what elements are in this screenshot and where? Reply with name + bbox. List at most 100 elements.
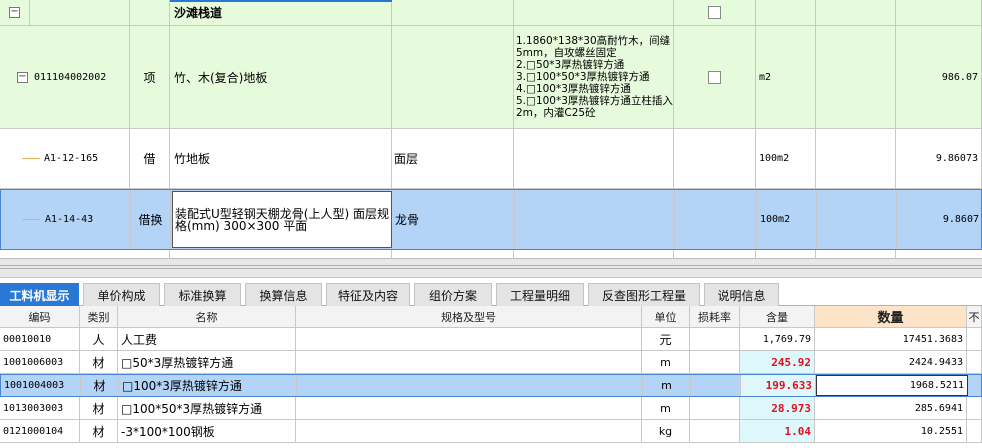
item-spec[interactable]: 面层	[392, 129, 514, 188]
item-quantity[interactable]: 9.86073	[896, 129, 982, 188]
table-row[interactable]: 0121000104 材 -3*100*100钢板 kg 1.04 10.255…	[0, 420, 982, 443]
resource-loss-rate[interactable]	[691, 375, 741, 396]
item-feature[interactable]	[514, 129, 674, 188]
col-header-name[interactable]: 名称	[118, 306, 296, 327]
panel-splitter[interactable]	[0, 258, 982, 278]
list-item-row[interactable]: A1-12-165 借 竹地板 面层 100m2 9.86073	[0, 129, 982, 189]
resource-type[interactable]: 材	[80, 351, 118, 373]
item-quantity[interactable]: 9.8607	[897, 190, 982, 249]
resource-grid: 编码 类别 名称 规格及型号 单位 损耗率 含量 数量 不 00010010 人…	[0, 306, 982, 448]
list-item-row-selected[interactable]: A1-14-43 借换 装配式U型轻钢天棚龙骨(上人型) 面层规格(mm) 30…	[0, 189, 982, 250]
section-checkbox[interactable]	[708, 6, 721, 19]
col-header-extra[interactable]: 不	[967, 306, 982, 327]
item-code-cell[interactable]: A1-14-43	[1, 190, 131, 249]
item-feature[interactable]	[515, 190, 675, 249]
table-row[interactable]: 00010010 人 人工费 元 1,769.79 17451.3683	[0, 328, 982, 351]
resource-type[interactable]: 材	[80, 397, 118, 419]
resource-name[interactable]: □100*3厚热镀锌方通	[119, 375, 297, 396]
resource-name[interactable]: 人工费	[118, 328, 296, 350]
resource-unit[interactable]: m	[642, 351, 690, 373]
resource-spec[interactable]	[296, 397, 642, 419]
col-header-loss-rate[interactable]: 损耗率	[690, 306, 740, 327]
item-code: 011104002002	[34, 71, 107, 83]
resource-unit[interactable]: kg	[642, 420, 690, 442]
resource-content[interactable]: 1,769.79	[740, 328, 815, 350]
resource-code[interactable]: 1013003003	[0, 397, 80, 419]
item-category: 借	[130, 129, 170, 188]
resource-loss-rate[interactable]	[690, 420, 740, 442]
tab-features-content[interactable]: 特征及内容	[326, 283, 410, 306]
resource-unit[interactable]: m	[643, 375, 691, 396]
resource-code[interactable]: 0121000104	[0, 420, 80, 442]
resource-name[interactable]: □100*50*3厚热镀锌方通	[118, 397, 296, 419]
item-name[interactable]: 竹地板	[170, 129, 392, 188]
item-unit[interactable]: 100m2	[756, 129, 816, 188]
table-row[interactable]: 1013003003 材 □100*50*3厚热镀锌方通 m 28.973 28…	[0, 397, 982, 420]
resource-content[interactable]: 1.04	[740, 420, 815, 442]
table-row-selected[interactable]: 1001004003 材 □100*3厚热镀锌方通 m 199.633 1968…	[0, 374, 982, 397]
resource-spec[interactable]	[297, 375, 643, 396]
col-header-content[interactable]: 含量	[740, 306, 815, 327]
resource-quantity[interactable]: 285.6941	[815, 397, 967, 419]
tree-line	[22, 158, 40, 159]
resource-loss-rate[interactable]	[690, 328, 740, 350]
resource-code[interactable]: 1001004003	[1, 375, 81, 396]
tab-reverse-graphic-quantity[interactable]: 反查图形工程量	[588, 283, 700, 306]
resource-type[interactable]: 材	[81, 375, 119, 396]
item-quantity[interactable]: 986.07	[896, 26, 982, 128]
resource-spec[interactable]	[296, 328, 642, 350]
resource-content[interactable]: 28.973	[740, 397, 815, 419]
collapse-icon[interactable]: −	[9, 7, 20, 18]
tab-unit-price-composition[interactable]: 单价构成	[83, 283, 160, 306]
tab-description[interactable]: 说明信息	[704, 283, 779, 306]
item-spec[interactable]	[392, 26, 514, 128]
resource-type[interactable]: 人	[80, 328, 118, 350]
section-row[interactable]: − 沙滩栈道	[0, 0, 982, 26]
tab-pricing-scheme[interactable]: 组价方案	[414, 283, 492, 306]
resource-quantity[interactable]: 2424.9433	[815, 351, 967, 373]
col-header-type[interactable]: 类别	[80, 306, 118, 327]
splitter-grip[interactable]	[0, 265, 982, 269]
resource-unit[interactable]: 元	[642, 328, 690, 350]
item-name-editor[interactable]: 装配式U型轻钢天棚龙骨(上人型) 面层规格(mm) 300×300 平面	[172, 191, 392, 248]
resource-spec[interactable]	[296, 351, 642, 373]
resource-content[interactable]: 245.92	[740, 351, 815, 373]
resource-content[interactable]: 199.633	[741, 375, 816, 396]
col-header-code[interactable]: 编码	[0, 306, 80, 327]
list-item-row[interactable]	[0, 250, 982, 258]
resource-quantity[interactable]: 10.2551	[815, 420, 967, 442]
resource-quantity-editor[interactable]: 1968.5211	[816, 375, 968, 396]
section-title-underline	[170, 0, 392, 2]
collapse-icon[interactable]: −	[17, 71, 28, 83]
resource-loss-rate[interactable]	[690, 397, 740, 419]
tab-conversion-info[interactable]: 换算信息	[245, 283, 322, 306]
item-name[interactable]: 竹、木(复合)地板	[170, 26, 392, 128]
item-unit[interactable]: m2	[756, 26, 816, 128]
col-header-spec[interactable]: 规格及型号	[296, 306, 642, 327]
item-code-cell[interactable]: − 011104002002	[0, 26, 130, 128]
resource-spec[interactable]	[296, 420, 642, 442]
item-code-cell[interactable]: A1-12-165	[0, 129, 130, 188]
resource-name[interactable]: -3*100*100钢板	[118, 420, 296, 442]
section-expander-cell[interactable]: −	[0, 0, 30, 25]
col-header-unit[interactable]: 单位	[642, 306, 690, 327]
table-row[interactable]: 1001006003 材 □50*3厚热镀锌方通 m 245.92 2424.9…	[0, 351, 982, 374]
resource-code[interactable]: 1001006003	[0, 351, 80, 373]
resource-quantity[interactable]: 17451.3683	[815, 328, 967, 350]
tab-quantity-details[interactable]: 工程量明细	[496, 283, 584, 306]
resource-loss-rate[interactable]	[690, 351, 740, 373]
item-feature[interactable]: 1.1860*138*30高耐竹木，间缝5mm，自攻螺丝固定 2.□50*3厚热…	[514, 26, 674, 128]
item-unit[interactable]: 100m2	[757, 190, 817, 249]
grid-header-row: 编码 类别 名称 规格及型号 单位 损耗率 含量 数量 不	[0, 306, 982, 328]
col-header-quantity[interactable]: 数量	[815, 306, 967, 327]
resource-unit[interactable]: m	[642, 397, 690, 419]
tab-standard-conversion[interactable]: 标准换算	[164, 283, 241, 306]
tab-labor-material-machine[interactable]: 工料机显示	[0, 283, 79, 306]
item-category: 借换	[131, 190, 171, 249]
resource-name[interactable]: □50*3厚热镀锌方通	[118, 351, 296, 373]
list-item-row[interactable]: − 011104002002 项 竹、木(复合)地板 1.1860*138*30…	[0, 26, 982, 129]
resource-code[interactable]: 00010010	[0, 328, 80, 350]
item-checkbox[interactable]	[708, 70, 721, 84]
resource-type[interactable]: 材	[80, 420, 118, 442]
item-spec[interactable]: 龙骨	[393, 190, 515, 249]
